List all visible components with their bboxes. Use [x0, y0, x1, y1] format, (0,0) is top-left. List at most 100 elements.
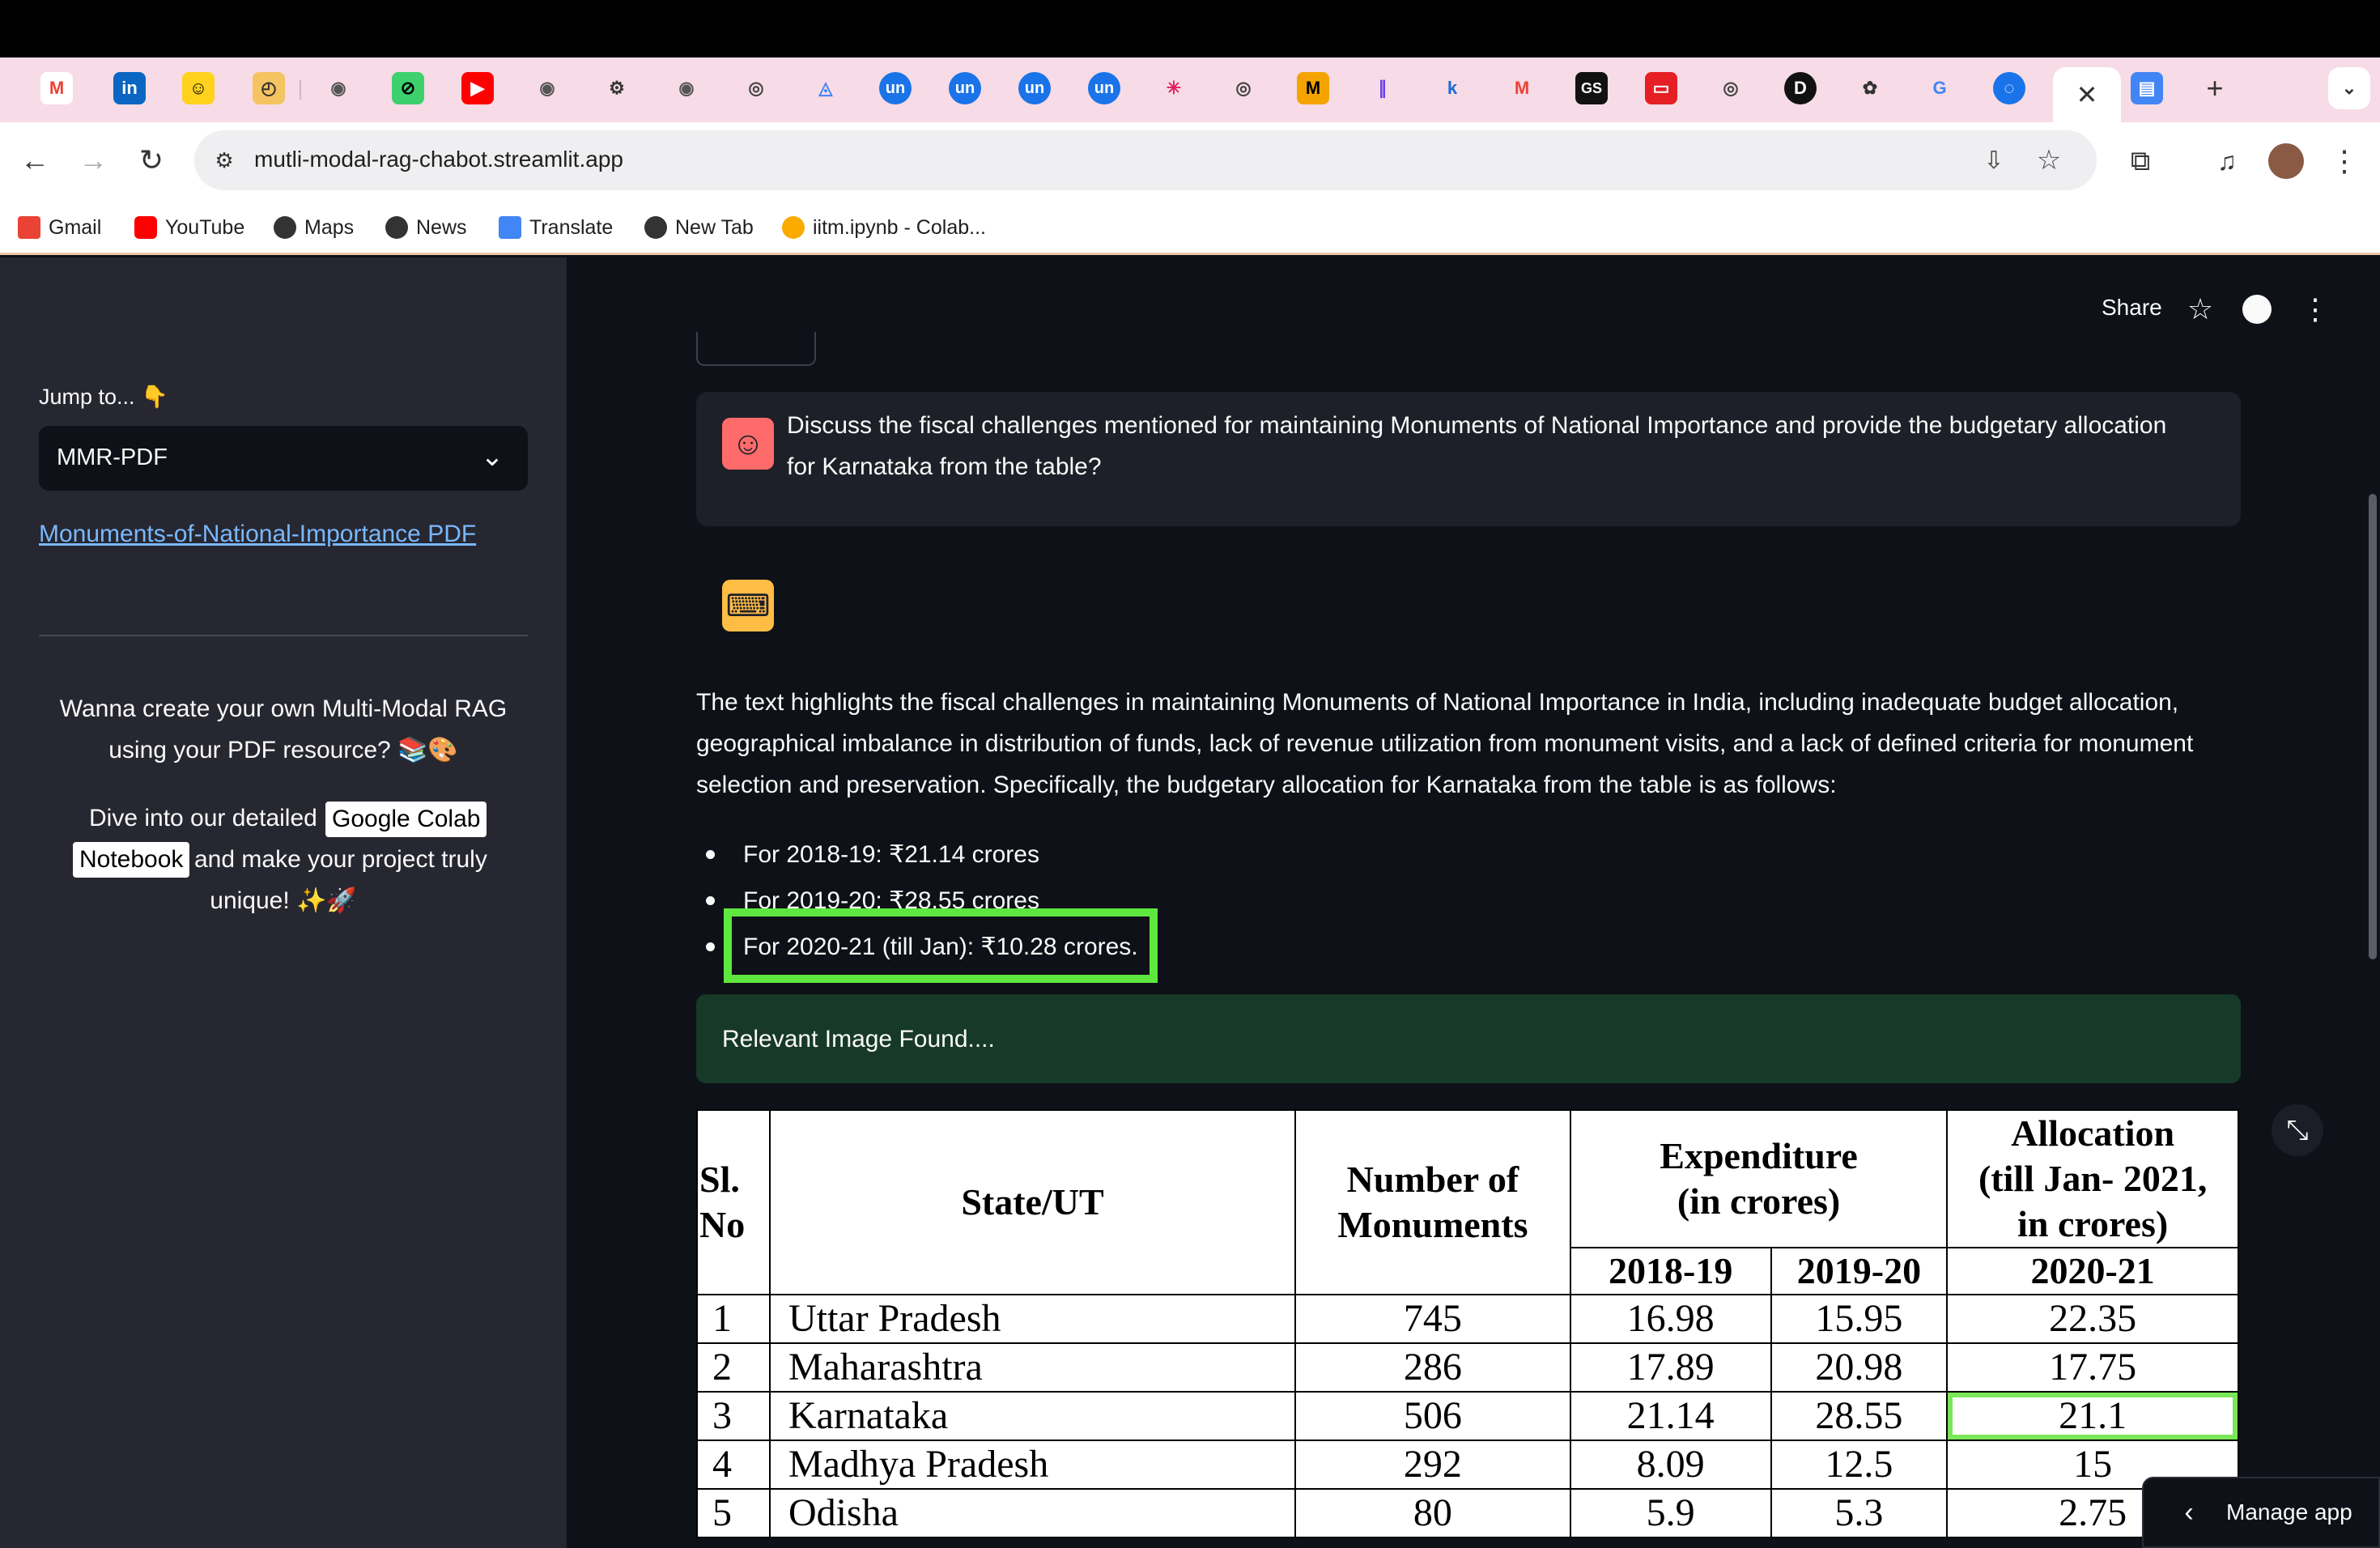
un-tab-icon[interactable]: un: [1018, 72, 1051, 104]
bookmark-colab[interactable]: iitm.ipynb - Colab...: [782, 211, 986, 244]
gmail-icon: [18, 216, 40, 239]
reload-icon[interactable]: ↻: [131, 140, 172, 181]
table-cell: 17.75: [1947, 1343, 2238, 1392]
linkedin-tab-icon[interactable]: in: [113, 72, 146, 104]
huggingface-tab-icon[interactable]: ☺: [182, 72, 215, 104]
github-tab-icon[interactable]: ◉: [322, 72, 355, 104]
chrome-tab-icon[interactable]: ◌: [1993, 72, 2025, 104]
bookmark-translate[interactable]: Translate: [499, 211, 613, 244]
github-icon[interactable]: [2242, 295, 2272, 324]
main-scrollbar[interactable]: [2369, 494, 2377, 959]
header-number-of-monuments: Number ofMonuments: [1295, 1110, 1570, 1295]
k-tab-icon[interactable]: k: [1436, 72, 1468, 104]
answer-line-3: selection and preservation. Specifically…: [696, 764, 1837, 806]
extensions-icon[interactable]: ⧉: [2119, 140, 2161, 182]
window-top-bar: [0, 0, 2380, 57]
bullet-2020: For 2020-21 (till Jan): ₹10.28 crores.: [743, 926, 1138, 968]
gmail-tab-icon[interactable]: M: [40, 72, 73, 104]
answer-line-2: geographical imbalance in distribution o…: [696, 723, 2193, 764]
tab-search-icon[interactable]: ⌄: [2328, 67, 2370, 109]
gmail-tab-icon[interactable]: M: [1506, 72, 1538, 104]
table-cell: Maharashtra: [770, 1343, 1295, 1392]
answer-line-1: The text highlights the fiscal challenge…: [696, 682, 2178, 723]
bookmark-new-tab[interactable]: New Tab: [644, 211, 754, 244]
bookmark-star-icon[interactable]: ☆: [2030, 142, 2068, 179]
table-row: 4 Madhya Pradesh 292 8.09 12.5 15: [697, 1440, 2238, 1489]
miro-tab-icon[interactable]: ∥: [1366, 72, 1399, 104]
media-control-icon[interactable]: ♫: [2206, 140, 2248, 182]
table-cell: 2: [697, 1343, 770, 1392]
github-tab-icon[interactable]: ◉: [670, 72, 703, 104]
chrome-tab-icon[interactable]: ◎: [1715, 72, 1747, 104]
manage-app-button[interactable]: ‹ Manage app: [2142, 1477, 2380, 1548]
bookmark-gmail[interactable]: Gmail: [18, 211, 101, 244]
star-icon[interactable]: ☆: [2182, 291, 2218, 327]
un-tab-icon[interactable]: un: [879, 72, 912, 104]
monuments-table: Sl.No State/UT Number ofMonuments Expend…: [696, 1109, 2239, 1538]
header-2020-21: 2020-21: [1947, 1248, 2238, 1295]
relevant-image-text: Relevant Image Found....: [722, 1019, 995, 1060]
chevron-left-icon: ‹: [2173, 1496, 2205, 1529]
globe-icon: [274, 216, 296, 239]
table-cell: 1: [697, 1295, 770, 1343]
google-tab-icon[interactable]: G: [1923, 72, 1956, 104]
site-settings-icon[interactable]: ⚙: [209, 145, 240, 176]
chrome-menu-icon[interactable]: ⋮: [2328, 140, 2361, 182]
green-tab-icon[interactable]: ⊘: [392, 72, 424, 104]
un-tab-icon[interactable]: un: [949, 72, 981, 104]
table-cell: 16.98: [1570, 1295, 1771, 1343]
promo-line-1: Wanna create your own Multi-Modal RAG: [0, 688, 567, 729]
chrome-tab-icon[interactable]: ◎: [1227, 72, 1260, 104]
openai-tab-icon[interactable]: ✿: [1854, 72, 1886, 104]
table-cell: Madhya Pradesh: [770, 1440, 1295, 1489]
docs-tab-icon[interactable]: ▤: [2131, 72, 2163, 104]
close-tab-icon[interactable]: ✕: [2069, 77, 2105, 113]
user-message-line-1: Discuss the fiscal challenges mentioned …: [787, 405, 2166, 446]
table-cell: 506: [1295, 1392, 1570, 1440]
highlighted-table-cell: 21.1: [1947, 1392, 2238, 1440]
share-button[interactable]: Share: [2102, 291, 2162, 324]
d-tab-icon[interactable]: D: [1784, 72, 1817, 104]
profile-avatar[interactable]: [2268, 143, 2304, 179]
back-icon[interactable]: ←: [15, 140, 55, 181]
clock-tab-icon[interactable]: ◴: [253, 72, 285, 104]
new-tab-icon[interactable]: +: [2199, 72, 2231, 104]
un-tab-icon[interactable]: un: [1088, 72, 1120, 104]
bookmark-youtube[interactable]: YouTube: [134, 211, 244, 244]
header-allocation: Allocation(till Jan- 2021,in crores): [1947, 1110, 2238, 1248]
user-message: ☺ Discuss the fiscal challenges mentione…: [696, 392, 2241, 526]
table-cell: 5.9: [1570, 1489, 1771, 1537]
document-select-value: MMR-PDF: [57, 437, 168, 478]
bullet-2018: For 2018-19: ₹21.14 crores: [743, 834, 1039, 875]
colab-icon: [782, 216, 805, 239]
gs-tab-icon[interactable]: GS: [1575, 72, 1608, 104]
fullscreen-icon[interactable]: ⤡: [2272, 1104, 2323, 1156]
document-select[interactable]: MMR-PDF ⌄: [39, 426, 528, 491]
oracle-tab-icon[interactable]: ▭: [1645, 72, 1677, 104]
table-cell: 3: [697, 1392, 770, 1440]
active-tab[interactable]: ✕: [2053, 67, 2121, 124]
url-text[interactable]: mutli-modal-rag-chabot.streamlit.app: [254, 147, 623, 172]
address-bar[interactable]: ⚙ mutli-modal-rag-chabot.streamlit.app ⇩…: [194, 130, 2097, 190]
table-cell: Karnataka: [770, 1392, 1295, 1440]
header-expenditure: Expenditure(in crores): [1570, 1110, 1948, 1248]
table-cell: 292: [1295, 1440, 1570, 1489]
youtube-tab-icon[interactable]: ▶: [461, 72, 494, 104]
more-menu-icon[interactable]: ⋮: [2299, 291, 2331, 327]
medium-tab-icon[interactable]: M: [1297, 72, 1329, 104]
table-cell: 5.3: [1771, 1489, 1948, 1537]
github-tab-icon[interactable]: ◉: [531, 72, 563, 104]
bookmark-news[interactable]: News: [385, 211, 467, 244]
settings-tab-icon[interactable]: ⚙: [601, 72, 633, 104]
table-row: 5 Odisha 80 5.9 5.3 2.75: [697, 1489, 2238, 1537]
dive-prefix: Dive into our detailed: [89, 797, 317, 839]
promo-line-2: using your PDF resource? 📚🎨: [0, 729, 567, 771]
forward-icon[interactable]: →: [73, 140, 113, 181]
drive-tab-icon[interactable]: ◬: [810, 72, 842, 104]
install-app-icon[interactable]: ⇩: [1975, 142, 2012, 179]
chrome-tab-icon[interactable]: ◎: [740, 72, 772, 104]
bookmark-maps[interactable]: Maps: [274, 211, 354, 244]
header-state: State/UT: [770, 1110, 1295, 1295]
pdf-link[interactable]: Monuments-of-National-Importance PDF: [39, 517, 476, 552]
slack-tab-icon[interactable]: ✳: [1158, 72, 1190, 104]
